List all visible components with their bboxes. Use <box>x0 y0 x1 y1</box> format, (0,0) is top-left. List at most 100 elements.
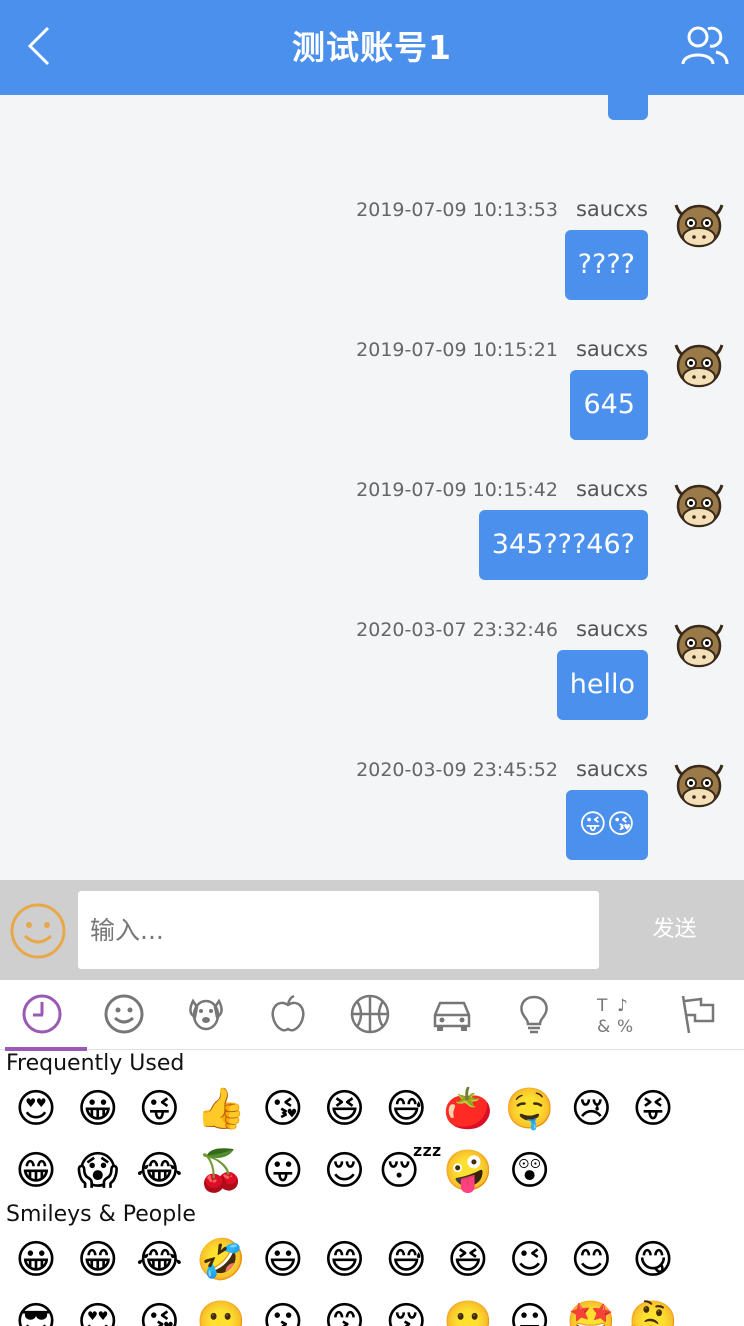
message-meta: 2019-07-09 10:15:42 saucxs <box>356 475 648 503</box>
message-username: saucxs <box>575 477 648 501</box>
emoji-item[interactable]: 😂 <box>131 1232 187 1288</box>
message-bubble[interactable]: ???? <box>564 230 648 300</box>
emoji-item[interactable]: 🤩 <box>563 1294 619 1326</box>
tab-lightbulb[interactable] <box>492 980 574 1050</box>
input-bar: 发送 <box>0 880 744 980</box>
avatar[interactable] <box>670 195 728 253</box>
apple-icon <box>271 994 305 1032</box>
group-members-icon[interactable] <box>680 22 730 70</box>
emoji-panel: T ♪ &% Frequently Used 😍 😀 😜 👍 😘 😆 😅 🍅 🤤 😢 😝 😁 😱 😂 🍒 😛 😌 😴 🤪 😲… <box>0 980 744 1326</box>
emoji-item[interactable]: 🤣 <box>193 1232 249 1288</box>
avatar[interactable] <box>670 615 728 673</box>
emoji-item[interactable]: 😌 <box>317 1143 373 1199</box>
avatar[interactable] <box>670 755 728 813</box>
emoji-item[interactable]: 😙 <box>317 1294 373 1326</box>
message-username: saucxs <box>575 197 648 221</box>
svg-text:&: & <box>597 1017 610 1035</box>
emoji-item[interactable]: 😂 <box>131 1143 187 1199</box>
emoji-category-tabs: T ♪ &% <box>0 980 744 1051</box>
symbols-icon: T ♪&% <box>596 996 633 1035</box>
emoji-item[interactable]: 😁 <box>8 1143 64 1199</box>
tab-flag[interactable] <box>656 980 738 1050</box>
send-button[interactable]: 发送 <box>605 891 744 969</box>
message-time: 2019-07-09 10:15:42 <box>356 479 558 501</box>
recent-icon <box>22 994 62 1034</box>
emoji-item[interactable]: 😱 <box>70 1143 126 1199</box>
emoji-item[interactable]: 😆 <box>317 1081 373 1137</box>
emoji-item[interactable]: 🙂 <box>440 1294 496 1326</box>
emoji-item[interactable]: 🤪 <box>440 1143 496 1199</box>
emoji-item[interactable]: 😘 <box>255 1081 311 1137</box>
message-bubble[interactable]: ? <box>607 95 648 120</box>
tab-recent[interactable] <box>0 980 87 1051</box>
message-bubble[interactable]: hello <box>556 650 648 720</box>
emoji-item[interactable]: 😆 <box>440 1232 496 1288</box>
tab-basketball[interactable] <box>328 980 410 1050</box>
tab-smiley[interactable] <box>82 980 164 1050</box>
chat-message: 2019-07-09 10:15:42 saucxs 345???46? <box>0 475 744 585</box>
emoji-item[interactable]: 🍅 <box>440 1081 496 1137</box>
message-time: 2019-07-09 10:15:21 <box>356 339 558 361</box>
emoji-item[interactable]: 😐 <box>502 1294 558 1326</box>
message-time: 2020-03-07 23:32:46 <box>356 619 558 641</box>
chat-message: ? <box>0 95 744 125</box>
emoji-section-title: Frequently Used <box>6 1051 185 1076</box>
message-username: saucxs <box>575 757 648 781</box>
message-list[interactable]: ?2019-07-09 10:13:53saucxs????2019-07-09… <box>0 95 744 880</box>
chat-message: 2020-03-07 23:32:46 saucxs hello <box>0 615 744 725</box>
emoji-item[interactable]: 😎 <box>8 1294 64 1326</box>
emoji-item[interactable]: 😄 <box>317 1232 373 1288</box>
message-username: saucxs <box>575 337 648 361</box>
tab-car[interactable] <box>410 980 492 1050</box>
emoji-item[interactable]: 🍒 <box>193 1143 249 1199</box>
emoji-item[interactable]: 😉 <box>502 1232 558 1288</box>
emoji-item[interactable]: 🤔 <box>625 1294 681 1326</box>
emoji-item[interactable]: 🤤 <box>502 1081 558 1137</box>
avatar[interactable] <box>670 335 728 393</box>
svg-text:♪: ♪ <box>617 996 628 1016</box>
emoji-item[interactable]: 😁 <box>70 1232 126 1288</box>
emoji-item[interactable]: 😅 <box>378 1232 434 1288</box>
emoji-item[interactable]: 😀 <box>70 1081 126 1137</box>
emoji-item[interactable]: 😍 <box>8 1081 64 1137</box>
svg-text:T: T <box>596 996 608 1016</box>
emoji-item[interactable]: 😍 <box>70 1294 126 1326</box>
emoji-item[interactable]: 😗 <box>255 1294 311 1326</box>
message-input[interactable] <box>78 891 599 969</box>
avatar[interactable] <box>670 475 728 533</box>
tab-apple[interactable] <box>246 980 328 1050</box>
message-meta: 2020-03-09 23:45:52 saucxs <box>356 755 648 783</box>
emoji-item[interactable]: 😛 <box>255 1143 311 1199</box>
emoji-item[interactable]: 😋 <box>625 1232 681 1288</box>
car-icon <box>433 1001 471 1031</box>
smiley-icon <box>104 994 144 1034</box>
emoji-item[interactable]: 🙂 <box>193 1294 249 1326</box>
message-bubble[interactable]: 😜😘 <box>565 790 648 860</box>
emoji-item[interactable]: 😴 <box>378 1143 442 1199</box>
emoji-item[interactable]: 😘 <box>131 1294 187 1326</box>
lightbulb-icon <box>520 995 548 1034</box>
emoji-item[interactable]: 😝 <box>625 1081 681 1137</box>
emoji-item[interactable]: 😀 <box>8 1232 64 1288</box>
dog-icon <box>189 998 223 1031</box>
tab-symbols[interactable]: T ♪ &% <box>574 980 656 1050</box>
emoji-item[interactable]: 😃 <box>255 1232 311 1288</box>
emoji-toggle-icon[interactable] <box>9 902 67 960</box>
tab-dog[interactable] <box>164 980 246 1050</box>
chat-message: 2019-07-09 10:13:53 saucxs???? <box>0 195 744 305</box>
chat-message: 2019-07-09 10:15:21 saucxs 645 <box>0 335 744 445</box>
basketball-icon <box>350 994 390 1034</box>
message-meta: 2019-07-09 10:13:53 saucxs <box>356 195 648 223</box>
emoji-item[interactable]: 😅 <box>378 1081 434 1137</box>
message-bubble[interactable]: 345???46? <box>478 510 648 580</box>
emoji-item[interactable]: 👍 <box>193 1081 249 1137</box>
emoji-item[interactable]: 😚 <box>378 1294 434 1326</box>
emoji-item[interactable]: 😢 <box>563 1081 619 1137</box>
emoji-item[interactable]: 😜 <box>131 1081 187 1137</box>
message-bubble[interactable]: 645 <box>570 370 648 440</box>
message-meta: 2020-03-07 23:32:46 saucxs <box>356 615 648 643</box>
svg-text:%: % <box>617 1017 633 1035</box>
page-title: 测试账号1 <box>292 28 452 67</box>
emoji-item[interactable]: 😊 <box>563 1232 619 1288</box>
emoji-item[interactable]: 😲 <box>502 1143 558 1199</box>
